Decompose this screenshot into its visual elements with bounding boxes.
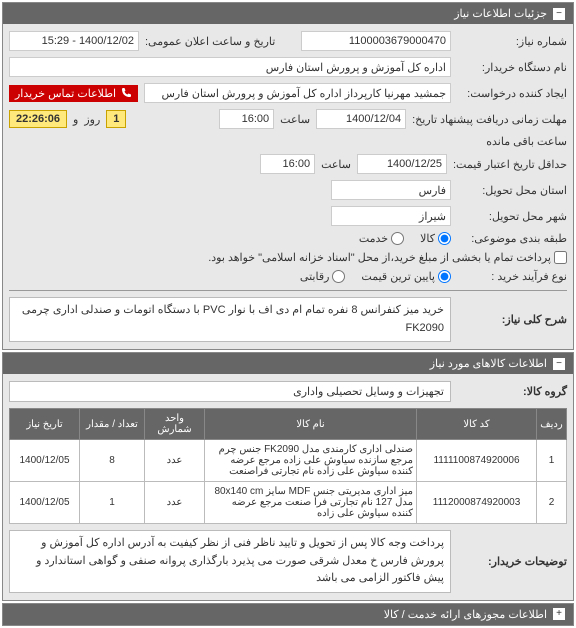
radio-lowest-input[interactable] xyxy=(438,270,451,283)
label-province: استان محل تحویل: xyxy=(457,184,567,197)
cell-date: 1400/12/05 xyxy=(10,440,80,482)
cell-idx: 2 xyxy=(537,482,567,524)
partial-pay-checkbox[interactable] xyxy=(554,251,567,264)
th-code: کد کالا xyxy=(417,409,537,440)
contact-label: اطلاعات تماس خریدار xyxy=(15,87,116,100)
requirement-details-panel: − جزئیات اطلاعات نیاز شماره نیاز: 110000… xyxy=(2,2,574,350)
table-row: 2 1112000874920003 میز اداری مدیریتی جنس… xyxy=(10,482,567,524)
label-group: گروه کالا: xyxy=(457,385,567,398)
category-radio-group: کالا خدمت xyxy=(359,232,451,245)
value-buyer-org: اداره کل آموزش و پرورش استان فارس xyxy=(9,57,451,77)
goods-table: ردیف کد کالا نام کالا واحد شمارش تعداد /… xyxy=(9,408,567,524)
radio-competitive-label: رقابتی xyxy=(300,270,329,283)
panel-title-2: اطلاعات کالاهای مورد نیاز xyxy=(430,357,547,370)
cell-qty: 8 xyxy=(80,440,145,482)
value-cred-date: 1400/12/25 xyxy=(357,154,447,174)
cell-name: میز اداری مدیریتی جنس MDF سایز 80x140 cm… xyxy=(205,482,417,524)
label-req-no: شماره نیاز: xyxy=(457,35,567,48)
label-category: طبقه بندی موضوعی: xyxy=(457,232,567,245)
th-unit: واحد شمارش xyxy=(145,409,205,440)
countdown-time: 22:26:06 xyxy=(9,110,67,128)
value-group: تجهیزات و وسایل تحصیلی واداری xyxy=(9,381,451,402)
goods-info-panel: − اطلاعات کالاهای مورد نیاز گروه کالا: ت… xyxy=(2,352,574,601)
collapse-toggle-2[interactable]: − xyxy=(553,358,565,370)
value-desc: خرید میز کنفرانس 8 نفره تمام ام دی اف با… xyxy=(9,297,451,342)
contact-buyer-button[interactable]: اطلاعات تماس خریدار xyxy=(9,85,138,102)
partial-pay-check[interactable]: پرداخت تمام یا بخشی از مبلغ خرید،از محل … xyxy=(208,251,567,264)
cell-unit: عدد xyxy=(145,482,205,524)
label-creator: ایجاد کننده درخواست: xyxy=(457,87,567,100)
label-deadline: مهلت زمانی دریافت پیشنهاد تاریخ: xyxy=(412,113,567,126)
panel-header-2: − اطلاعات کالاهای مورد نیاز xyxy=(3,353,573,374)
panel-title-1: جزئیات اطلاعات نیاز xyxy=(454,7,547,20)
label-time-1: ساعت xyxy=(280,113,310,126)
panel-body-2: گروه کالا: تجهیزات و وسایل تحصیلی واداری… xyxy=(3,374,573,600)
radio-goods-label: کالا xyxy=(420,232,435,245)
label-remain: ساعت باقی مانده xyxy=(486,135,567,148)
value-creator: جمشید مهرنیا کارپرداز اداره کل آموزش و پ… xyxy=(144,83,451,103)
radio-service[interactable]: خدمت xyxy=(359,232,404,245)
cell-qty: 1 xyxy=(80,482,145,524)
radio-service-input[interactable] xyxy=(391,232,404,245)
cell-code: 1112000874920003 xyxy=(417,482,537,524)
radio-lowest-price[interactable]: پایین ترین قیمت xyxy=(361,270,451,283)
collapse-toggle-1[interactable]: − xyxy=(553,8,565,20)
label-buyer-org: نام دستگاه خریدار: xyxy=(457,61,567,74)
panel-title-3: اطلاعات مجوزهای ارائه خدمت / کالا xyxy=(384,608,547,621)
label-cred-deadline: حداقل تاریخ اعتبار قیمت: xyxy=(453,158,567,171)
radio-goods[interactable]: کالا xyxy=(420,232,451,245)
cell-idx: 1 xyxy=(537,440,567,482)
countdown-days: 1 xyxy=(106,110,126,128)
permits-panel: + اطلاعات مجوزهای ارائه خدمت / کالا xyxy=(2,603,574,626)
value-req-no: 1100003679000470 xyxy=(301,31,451,51)
radio-goods-input[interactable] xyxy=(438,232,451,245)
value-deadline-time: 16:00 xyxy=(219,109,274,129)
panel-header-1: − جزئیات اطلاعات نیاز xyxy=(3,3,573,24)
th-name: نام کالا xyxy=(205,409,417,440)
table-row: 1 1111100874920006 صندلی اداری کارمندی م… xyxy=(10,440,567,482)
label-and: و xyxy=(73,113,78,126)
cell-code: 1111100874920006 xyxy=(417,440,537,482)
label-city: شهر محل تحویل: xyxy=(457,210,567,223)
th-qty: تعداد / مقدار xyxy=(80,409,145,440)
label-time-2: ساعت xyxy=(321,158,351,171)
cell-unit: عدد xyxy=(145,440,205,482)
radio-competitive-input[interactable] xyxy=(332,270,345,283)
th-idx: ردیف xyxy=(537,409,567,440)
th-date: تاریخ نیاز xyxy=(10,409,80,440)
label-day: روز xyxy=(84,113,100,126)
collapse-toggle-3[interactable]: + xyxy=(553,608,565,620)
cell-name: صندلی اداری کارمندی مدل FK2090 جنس چرم م… xyxy=(205,440,417,482)
value-deadline-date: 1400/12/04 xyxy=(316,109,406,129)
value-city: شیراز xyxy=(331,206,451,226)
radio-competitive[interactable]: رقابتی xyxy=(300,270,345,283)
partial-pay-label: پرداخت تمام یا بخشی از مبلغ خرید،از محل … xyxy=(208,251,551,264)
panel-body-1: شماره نیاز: 1100003679000470 تاریخ و ساع… xyxy=(3,24,573,349)
label-buyer-notes: توضیحات خریدار: xyxy=(457,555,567,568)
label-ann-date: تاریخ و ساعت اعلان عمومی: xyxy=(145,35,275,48)
buy-type-radio-group: پایین ترین قیمت رقابتی xyxy=(300,270,451,283)
value-ann-date: 1400/12/02 - 15:29 xyxy=(9,31,139,51)
radio-lowest-label: پایین ترین قیمت xyxy=(361,270,435,283)
label-desc: شرح کلی نیاز: xyxy=(457,313,567,326)
label-buy-type: نوع فرآیند خرید : xyxy=(457,270,567,283)
contact-icon xyxy=(120,87,132,99)
cell-date: 1400/12/05 xyxy=(10,482,80,524)
panel-header-3: + اطلاعات مجوزهای ارائه خدمت / کالا xyxy=(3,604,573,625)
radio-service-label: خدمت xyxy=(359,232,388,245)
value-cred-time: 16:00 xyxy=(260,154,315,174)
value-buyer-notes: پرداخت وجه کالا پس از تحویل و تایید ناظر… xyxy=(9,530,451,593)
value-province: فارس xyxy=(331,180,451,200)
